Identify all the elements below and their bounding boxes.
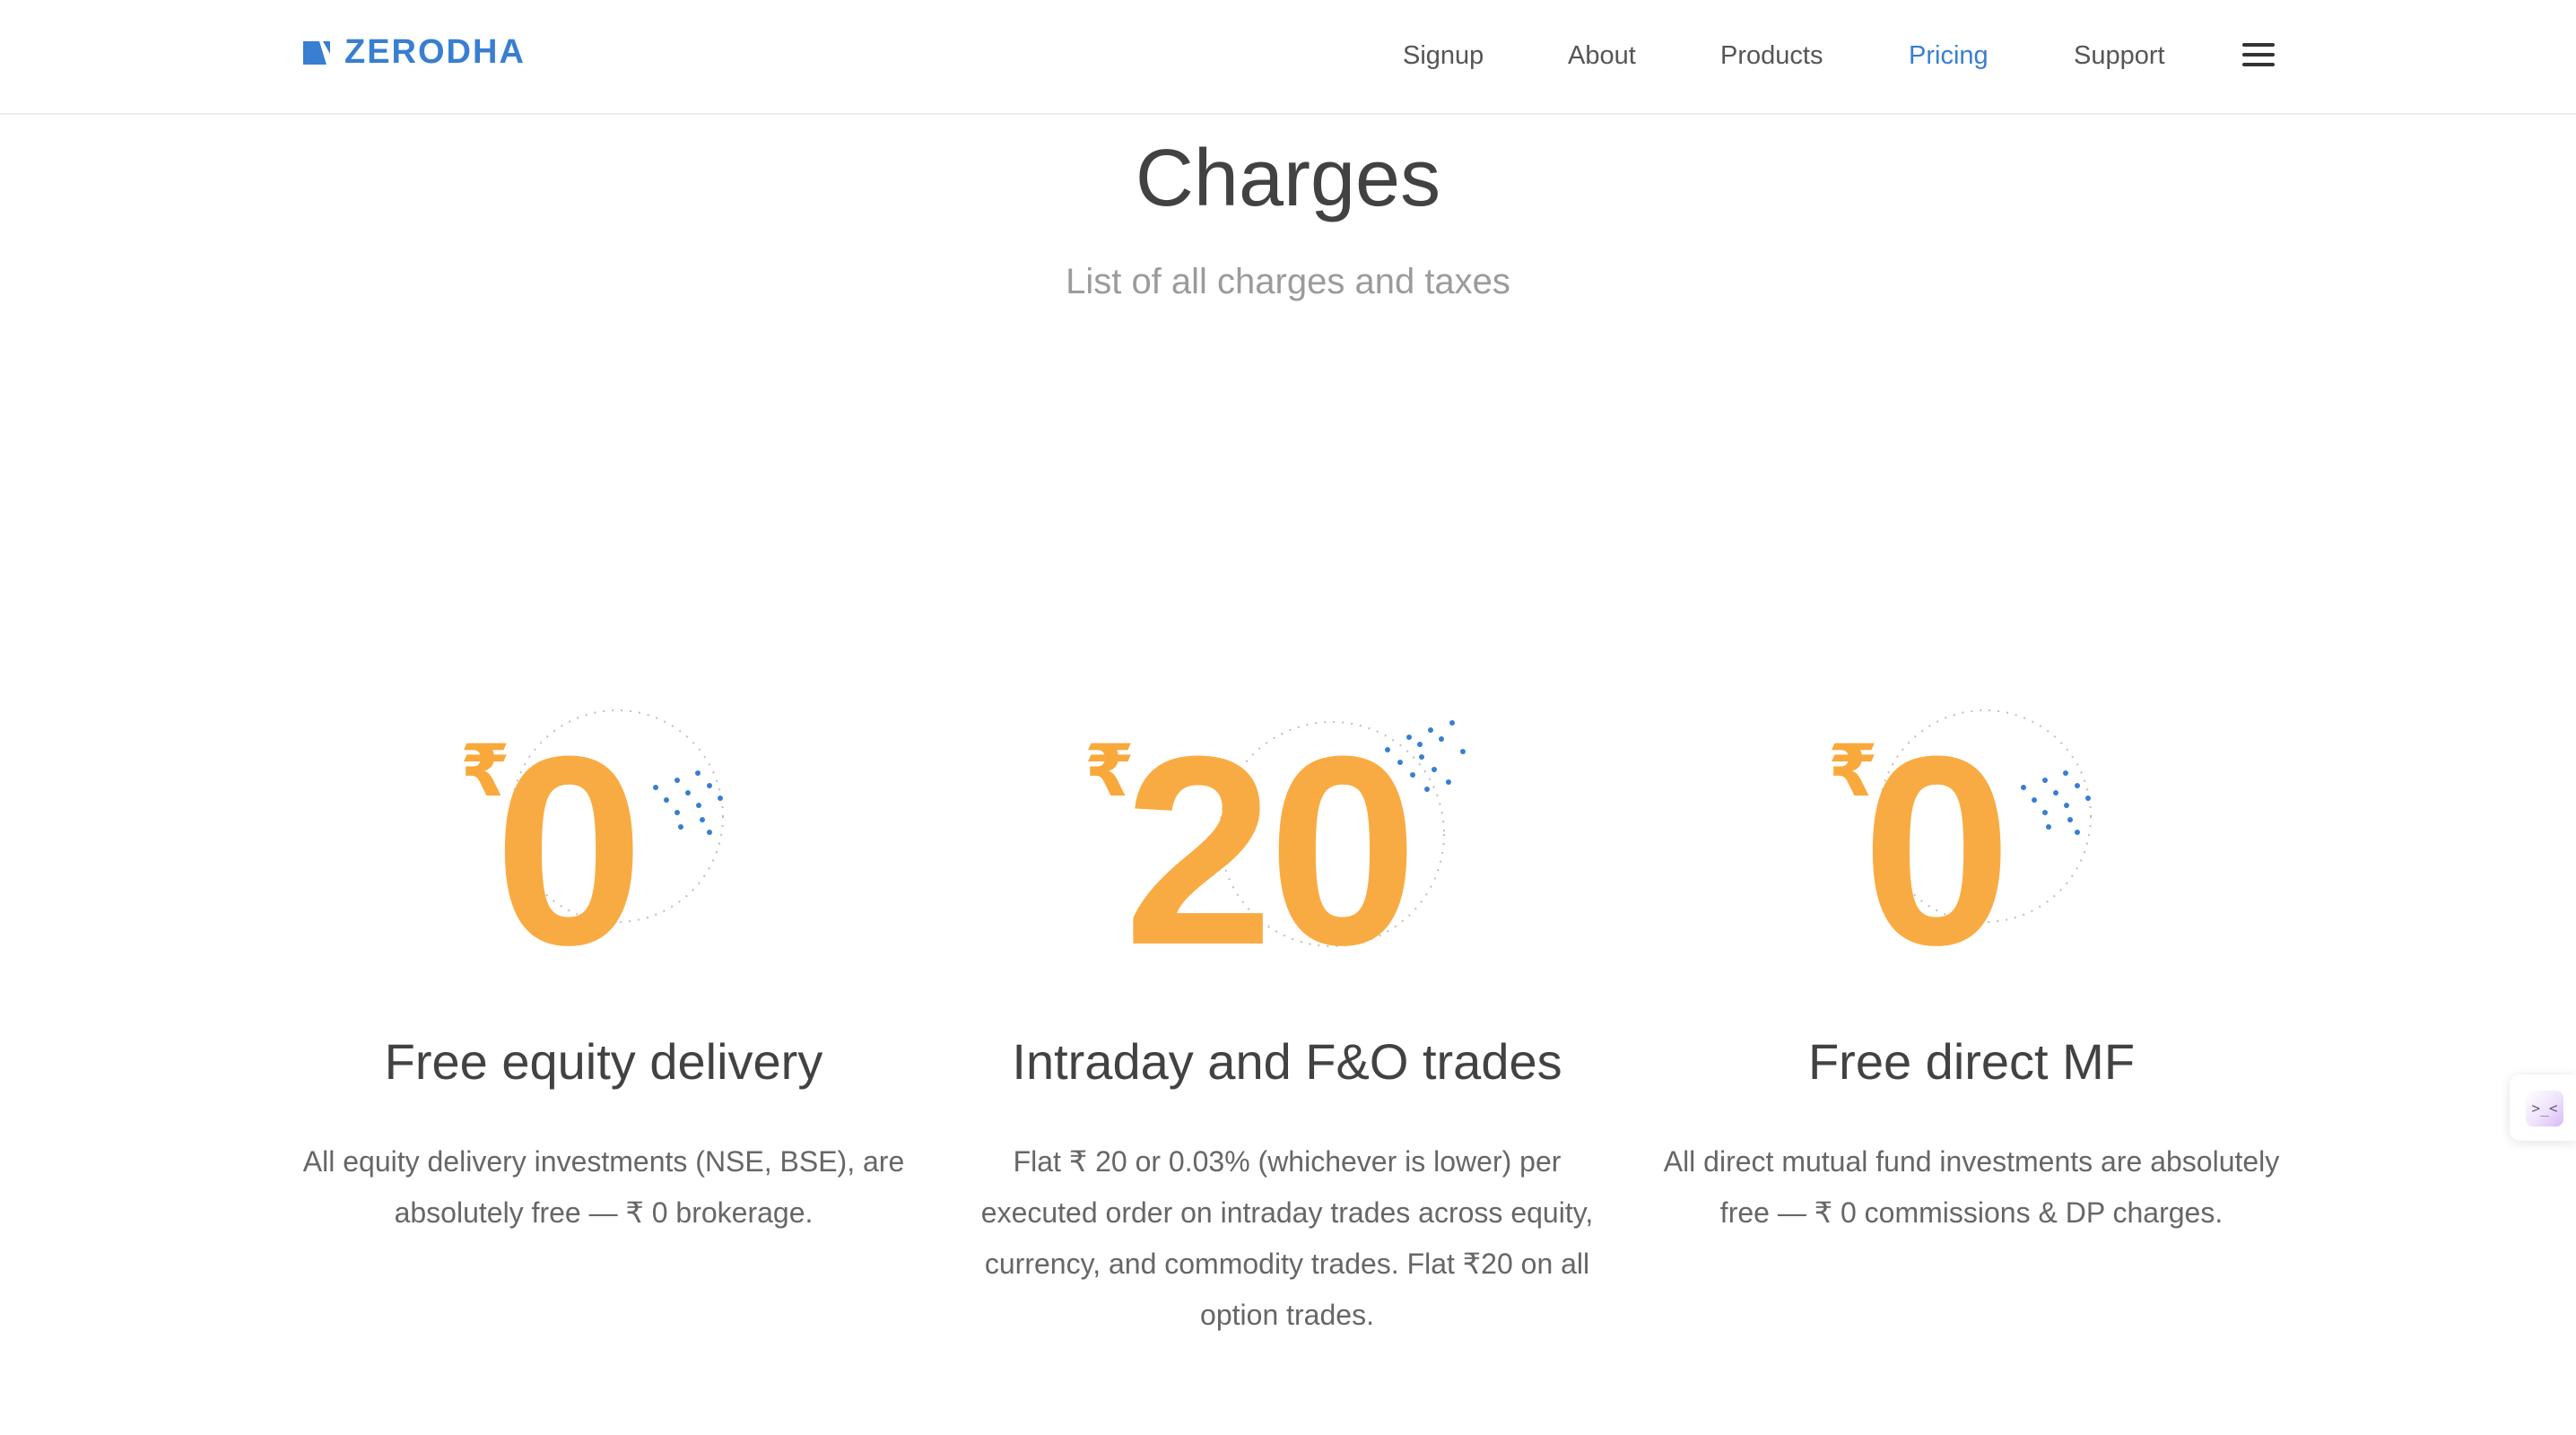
pricing-card-direct-mf: ₹ 0 Free direct MF All direct mutual fun… xyxy=(1658,700,2285,1239)
card-description: Flat ₹ 20 or 0.03% (whichever is lower) … xyxy=(980,1145,1594,1332)
nav-link-about[interactable]: About xyxy=(1568,42,1636,69)
nav-link-products[interactable]: Products xyxy=(1720,42,1823,69)
price-illustration: ₹ 0 xyxy=(1658,700,2285,985)
price-value: 20 xyxy=(1124,700,1418,1001)
price-value: 0 xyxy=(494,700,644,1001)
page-subtitle: List of all charges and taxes xyxy=(1066,262,1510,301)
card-description: All direct mutual fund investments are a… xyxy=(1663,1145,2280,1230)
card-title: Free equity delivery xyxy=(384,1033,823,1090)
card-title: Free direct MF xyxy=(1807,1033,2136,1090)
pricing-card-equity-delivery: ₹ 0 Free equity delivery All equity deli… xyxy=(290,700,918,1239)
price-illustration: ₹ 0 xyxy=(290,700,918,985)
brand-name: ZERODHA xyxy=(344,33,526,71)
nav-link-signup[interactable]: Signup xyxy=(1403,42,1484,69)
chat-widget-button[interactable]: >_< xyxy=(2510,1074,2576,1141)
hamburger-menu-icon[interactable] xyxy=(2242,41,2275,68)
page-title: Charges xyxy=(1135,134,1441,223)
card-title: Intraday and F&O trades xyxy=(1012,1033,1562,1090)
nav-link-support[interactable]: Support xyxy=(2074,42,2165,69)
card-description: All equity delivery investments (NSE, BS… xyxy=(302,1145,905,1230)
price-value: 0 xyxy=(1862,700,2012,1001)
brand-logo[interactable]: ZERODHA xyxy=(303,32,526,72)
top-navbar: ZERODHA Signup About Products Pricing Su… xyxy=(0,0,2576,115)
pricing-card-intraday-fo: ₹ 20 Intraday and F&O trades Flat ₹ 20 o… xyxy=(973,700,1601,1341)
zerodha-logo-icon xyxy=(303,41,330,65)
chat-widget-icon: >_< xyxy=(2526,1091,2563,1126)
nav-link-pricing[interactable]: Pricing xyxy=(1909,42,1989,69)
price-illustration: ₹ 20 xyxy=(973,700,1601,985)
